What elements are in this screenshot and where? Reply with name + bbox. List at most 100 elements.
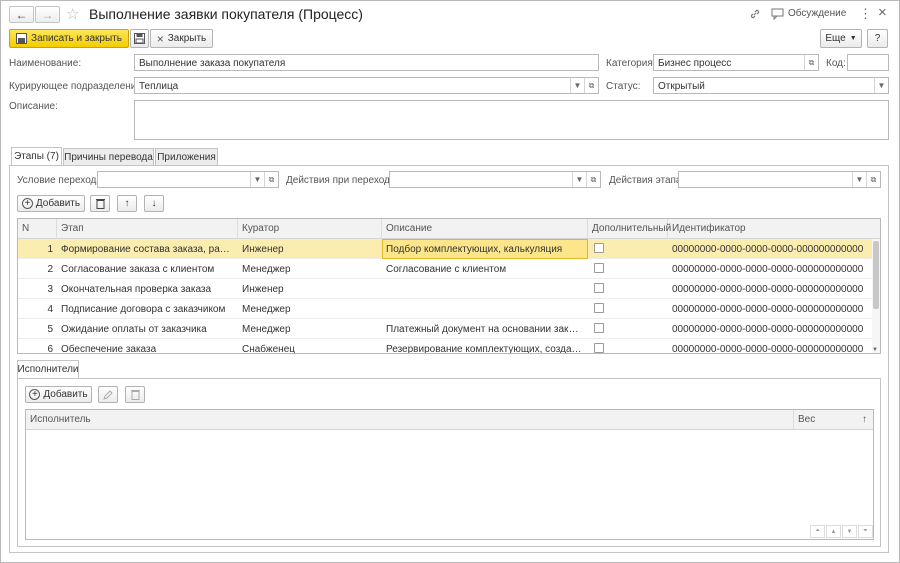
additional-checkbox[interactable] bbox=[594, 343, 604, 353]
col-n[interactable]: N bbox=[18, 219, 57, 239]
col-identifier[interactable]: Идентификатор bbox=[668, 219, 880, 239]
col-description[interactable]: Описание bbox=[382, 219, 588, 239]
table-row[interactable]: 5 Ожидание оплаты от заказчика Менеджер Пла… bbox=[18, 319, 880, 339]
save-close-icon bbox=[16, 33, 28, 44]
move-up-button[interactable]: ↑ bbox=[117, 195, 137, 212]
additional-checkbox[interactable] bbox=[594, 243, 604, 253]
more-menu-icon[interactable]: ⋮ bbox=[859, 6, 872, 22]
executors-table-header: Исполнитель Вес ↑ bbox=[26, 410, 873, 430]
delete-executor-button[interactable] bbox=[125, 386, 145, 403]
discussion-link[interactable]: Обсуждение bbox=[788, 8, 846, 19]
additional-checkbox[interactable] bbox=[594, 323, 604, 333]
back-button[interactable]: ← bbox=[9, 6, 34, 23]
scroll-first-icon[interactable]: ⏶ bbox=[810, 525, 825, 538]
category-field[interactable]: Бизнес процесс ⧉ bbox=[653, 54, 819, 71]
transition-actions-field[interactable]: ▼ ⧉ bbox=[389, 171, 601, 188]
cell-id: 00000000-0000-0000-0000-000000000000 bbox=[672, 344, 864, 354]
tab-attachments[interactable]: Приложения bbox=[155, 148, 218, 165]
help-label: ? bbox=[874, 33, 881, 44]
move-down-button[interactable]: ↓ bbox=[144, 195, 164, 212]
close-button[interactable]: × Закрыть bbox=[150, 29, 213, 48]
col-additional[interactable]: Дополнительный bbox=[588, 219, 671, 239]
sort-asc-icon: ↑ bbox=[862, 414, 867, 425]
condition-field[interactable]: ▼ ⧉ bbox=[97, 171, 279, 188]
cell-desc bbox=[382, 299, 588, 319]
scroll-down-icon[interactable]: ▼ bbox=[842, 525, 857, 538]
cell-curator: Менеджер bbox=[242, 264, 291, 275]
link-icon[interactable] bbox=[749, 8, 761, 20]
scroll-down-icon[interactable]: ▼ bbox=[872, 347, 878, 353]
cell-stage: Согласование заказа с клиентом bbox=[61, 264, 215, 275]
description-label: Описание: bbox=[9, 101, 58, 112]
close-window-icon[interactable]: × bbox=[878, 4, 887, 21]
favorite-star-icon[interactable]: ☆ bbox=[66, 5, 79, 23]
delete-stage-button[interactable] bbox=[90, 195, 110, 212]
tab-transfer-reasons[interactable]: Причины перевода bbox=[63, 148, 154, 165]
col-stage[interactable]: Этап bbox=[57, 219, 238, 239]
code-field[interactable] bbox=[847, 54, 889, 71]
floppy-disk-icon bbox=[134, 33, 145, 44]
executors-scroll-controls: ⏶ ▲ ▼ ⏷ bbox=[807, 525, 873, 539]
cell-id: 00000000-0000-0000-0000-000000000000 bbox=[672, 324, 864, 335]
cell-n: 1 bbox=[47, 244, 53, 255]
more-button[interactable]: Еще ▼ bbox=[820, 29, 862, 48]
add-stage-button[interactable]: + Добавить bbox=[17, 195, 85, 212]
status-field[interactable]: Открытый ▼ bbox=[653, 77, 889, 94]
stage-actions-field[interactable]: ▼ ⧉ bbox=[678, 171, 881, 188]
category-label: Категория: bbox=[606, 58, 656, 69]
table-row[interactable]: 2 Согласование заказа с клиентом Менеджер С… bbox=[18, 259, 880, 279]
more-label: Еще bbox=[825, 33, 846, 44]
additional-checkbox[interactable] bbox=[594, 283, 604, 293]
code-label: Код: bbox=[826, 58, 846, 69]
description-field[interactable] bbox=[134, 100, 889, 140]
condition-dropdown-icon[interactable]: ▼ bbox=[250, 172, 264, 187]
status-dropdown-icon[interactable]: ▼ bbox=[874, 78, 888, 93]
transition-actions-open-icon[interactable]: ⧉ bbox=[586, 172, 600, 187]
tab-executors[interactable]: Исполнители bbox=[17, 360, 79, 378]
department-dropdown-icon[interactable]: ▼ bbox=[570, 78, 584, 93]
col-weight[interactable]: Вес ↑ bbox=[794, 410, 873, 430]
arrow-up-icon: ↑ bbox=[124, 198, 130, 209]
scroll-last-icon[interactable]: ⏷ bbox=[858, 525, 873, 538]
department-value: Теплица bbox=[139, 81, 179, 92]
save-and-close-button[interactable]: Записать и закрыть bbox=[9, 29, 129, 48]
trash-icon bbox=[95, 199, 105, 209]
table-row[interactable]: 6 Обеспечение заказа Снабженец Резервирован… bbox=[18, 339, 880, 354]
department-field[interactable]: Теплица ▼ ⧉ bbox=[134, 77, 599, 94]
col-curator[interactable]: Куратор bbox=[238, 219, 382, 239]
add-executor-button[interactable]: + Добавить bbox=[25, 386, 92, 403]
department-open-icon[interactable]: ⧉ bbox=[584, 78, 598, 93]
transition-actions-dropdown-icon[interactable]: ▼ bbox=[572, 172, 586, 187]
cell-stage: Обеспечение заказа bbox=[61, 344, 157, 354]
help-button[interactable]: ? bbox=[867, 29, 888, 48]
stage-actions-dropdown-icon[interactable]: ▼ bbox=[852, 172, 866, 187]
cell-n: 3 bbox=[47, 284, 53, 295]
cell-n: 6 bbox=[47, 344, 53, 354]
discussion-icon[interactable] bbox=[771, 8, 784, 20]
plus-circle-icon: + bbox=[29, 389, 41, 400]
plus-circle-icon: + bbox=[21, 198, 33, 209]
edit-executor-button[interactable] bbox=[98, 386, 118, 403]
additional-checkbox[interactable] bbox=[594, 303, 604, 313]
condition-open-icon[interactable]: ⧉ bbox=[264, 172, 278, 187]
name-field[interactable]: Выполнение заказа покупателя bbox=[134, 54, 599, 71]
forward-button[interactable]: → bbox=[35, 6, 60, 23]
close-label: Закрыть bbox=[167, 33, 207, 44]
additional-checkbox[interactable] bbox=[594, 263, 604, 273]
cell-stage: Формирование состава заказа, расчет… bbox=[61, 244, 238, 255]
table-row[interactable]: 4 Подписание договора с заказчиком Менедже… bbox=[18, 299, 880, 319]
col-executor[interactable]: Исполнитель bbox=[26, 410, 794, 430]
name-value: Выполнение заказа покупателя bbox=[139, 58, 286, 69]
scroll-up-icon[interactable]: ▲ bbox=[826, 525, 841, 538]
page-title: Выполнение заявки покупателя (Процесс) bbox=[89, 6, 363, 22]
table-row[interactable]: 1 Формирование состава заказа, расчет… Инж… bbox=[18, 239, 880, 259]
category-open-icon[interactable]: ⧉ bbox=[804, 55, 818, 70]
stage-actions-open-icon[interactable]: ⧉ bbox=[866, 172, 880, 187]
save-button[interactable] bbox=[130, 29, 149, 48]
tab-stages[interactable]: Этапы (7) bbox=[11, 147, 62, 165]
table-row[interactable]: 3 Окончательная проверка заказа Инженер 000… bbox=[18, 279, 880, 299]
stages-scrollbar[interactable]: ▼ bbox=[872, 239, 880, 353]
stages-scrollbar-thumb[interactable] bbox=[873, 241, 879, 309]
trash-icon bbox=[130, 390, 140, 400]
name-label: Наименование: bbox=[9, 58, 82, 69]
